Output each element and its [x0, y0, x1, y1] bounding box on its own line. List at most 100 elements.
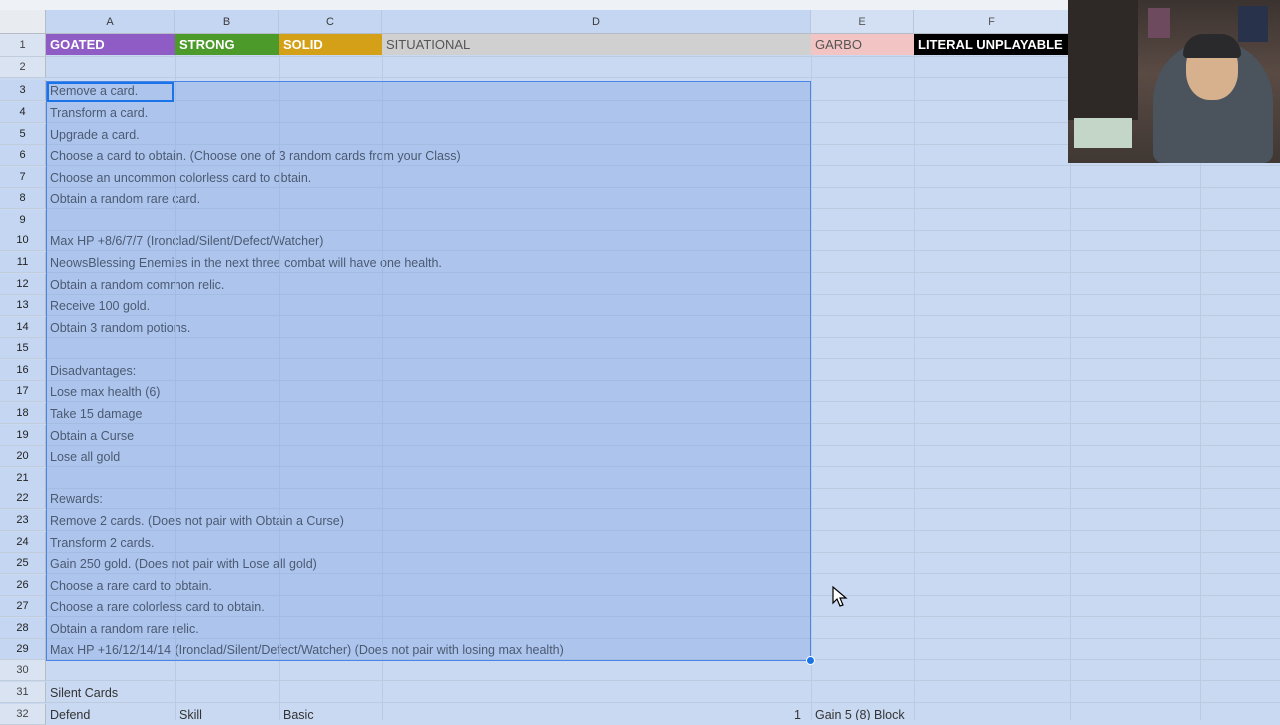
- column-header-b[interactable]: B: [175, 10, 279, 34]
- webcam-shelf: [1068, 0, 1138, 120]
- column-header-f[interactable]: F: [914, 10, 1070, 34]
- row-header[interactable]: 3: [0, 80, 46, 101]
- row-header[interactable]: 6: [0, 145, 46, 166]
- tier-literal-unplayable[interactable]: LITERAL UNPLAYABLE: [914, 34, 1070, 55]
- table-row: Lose all gold: [46, 446, 1280, 467]
- column-header-c[interactable]: C: [279, 10, 382, 34]
- cell-a[interactable]: Transform a card.: [50, 104, 148, 122]
- cell-a[interactable]: Choose a rare colorless card to obtain.: [50, 598, 265, 616]
- cell-a[interactable]: Obtain a random rare relic.: [50, 620, 199, 638]
- table-row: Obtain a random rare relic.: [46, 618, 1280, 639]
- row-header[interactable]: 32: [0, 704, 46, 725]
- cell-c[interactable]: Basic: [283, 706, 314, 720]
- cell-a[interactable]: Max HP +16/12/14/14 (Ironclad/Silent/Def…: [50, 641, 564, 659]
- row-header[interactable]: 26: [0, 575, 46, 596]
- table-row: Gain 250 gold. (Does not pair with Lose …: [46, 553, 1280, 574]
- row-header[interactable]: 31: [0, 682, 46, 703]
- table-row: Obtain a random common relic.: [46, 274, 1280, 295]
- table-row: Disadvantages:: [46, 360, 1280, 381]
- table-row: Rewards:: [46, 488, 1280, 509]
- row-header[interactable]: 15: [0, 338, 46, 359]
- tier-situational[interactable]: SITUATIONAL: [382, 34, 811, 55]
- column-header-a[interactable]: A: [46, 10, 175, 34]
- table-row: Receive 100 gold.: [46, 295, 1280, 316]
- cell-a[interactable]: Lose all gold: [50, 448, 120, 466]
- table-row: NeowsBlessing Enemies in the next three …: [46, 252, 1280, 273]
- fill-handle[interactable]: [806, 656, 815, 665]
- row-header[interactable]: 25: [0, 553, 46, 574]
- row-header[interactable]: 2: [0, 57, 46, 78]
- cell-a[interactable]: Lose max health (6): [50, 383, 160, 401]
- row-header[interactable]: 11: [0, 252, 46, 273]
- cell-b[interactable]: Skill: [179, 706, 202, 720]
- cell-a[interactable]: Obtain a random common relic.: [50, 276, 224, 294]
- table-row: Obtain a random rare card.: [46, 188, 1280, 209]
- cell-a[interactable]: Remove 2 cards. (Does not pair with Obta…: [50, 512, 344, 530]
- row-header[interactable]: 4: [0, 102, 46, 123]
- table-row: Choose a rare colorless card to obtain.: [46, 596, 1280, 617]
- cell-a[interactable]: NeowsBlessing Enemies in the next three …: [50, 254, 442, 272]
- select-all-corner[interactable]: [0, 10, 46, 34]
- tier-strong[interactable]: STRONG: [175, 34, 279, 55]
- row-header[interactable]: 12: [0, 274, 46, 295]
- table-row: Max HP +8/6/7/7 (Ironclad/Silent/Defect/…: [46, 230, 1280, 251]
- row-header[interactable]: 20: [0, 446, 46, 467]
- tier-garbo[interactable]: GARBO: [811, 34, 914, 55]
- cell-a[interactable]: Transform 2 cards.: [50, 534, 154, 552]
- row-header[interactable]: 1: [0, 34, 46, 57]
- row-header[interactable]: 30: [0, 660, 46, 681]
- cell-a[interactable]: Choose a card to obtain. (Choose one of …: [50, 147, 461, 165]
- row-header[interactable]: 17: [0, 381, 46, 402]
- column-header-e[interactable]: E: [811, 10, 914, 34]
- row-header[interactable]: 29: [0, 639, 46, 660]
- cell-a[interactable]: Take 15 damage: [50, 405, 142, 423]
- row-header[interactable]: 13: [0, 295, 46, 316]
- row-header[interactable]: 14: [0, 317, 46, 338]
- table-row: [46, 338, 1280, 359]
- tier-solid[interactable]: SOLID: [279, 34, 382, 55]
- row-header[interactable]: 19: [0, 425, 46, 446]
- row-header[interactable]: 24: [0, 532, 46, 553]
- row-header[interactable]: 22: [0, 488, 46, 509]
- cell-a[interactable]: Silent Cards: [50, 684, 118, 702]
- table-row: [46, 210, 1280, 231]
- table-row: Lose max health (6): [46, 381, 1280, 402]
- cell-a[interactable]: Upgrade a card.: [50, 126, 140, 144]
- table-row: Choose a rare card to obtain.: [46, 575, 1280, 596]
- webcam-streamer-hat: [1183, 34, 1241, 58]
- row-header[interactable]: 18: [0, 403, 46, 424]
- table-row: [46, 468, 1280, 489]
- cell-a[interactable]: Rewards:: [50, 490, 103, 508]
- row-header[interactable]: 16: [0, 360, 46, 381]
- cell-a[interactable]: Choose an uncommon colorless card to obt…: [50, 169, 311, 187]
- row-header[interactable]: 7: [0, 167, 46, 188]
- mouse-cursor-icon: [832, 586, 848, 607]
- table-row: Take 15 damage: [46, 403, 1280, 424]
- cell-a[interactable]: Max HP +8/6/7/7 (Ironclad/Silent/Defect/…: [50, 232, 323, 250]
- cell-a[interactable]: Receive 100 gold.: [50, 297, 150, 315]
- row-header[interactable]: 28: [0, 618, 46, 639]
- cell-a[interactable]: Disadvantages:: [50, 362, 136, 380]
- tier-goated[interactable]: GOATED: [46, 34, 175, 55]
- cell-a[interactable]: Choose a rare card to obtain.: [50, 577, 212, 595]
- table-row: Silent Cards: [46, 682, 1280, 703]
- cell-a[interactable]: Obtain 3 random potions.: [50, 319, 190, 337]
- table-row: Obtain 3 random potions.: [46, 317, 1280, 338]
- row-header[interactable]: 8: [0, 188, 46, 209]
- cell-a[interactable]: Gain 250 gold. (Does not pair with Lose …: [50, 555, 317, 573]
- row-header[interactable]: 5: [0, 124, 46, 145]
- active-cell-a3[interactable]: [47, 82, 174, 102]
- cell-e[interactable]: Gain 5 (8) Block: [815, 706, 905, 720]
- row-header[interactable]: 9: [0, 210, 46, 231]
- row-header[interactable]: 23: [0, 510, 46, 531]
- row-header[interactable]: 10: [0, 230, 46, 251]
- row-header[interactable]: 21: [0, 468, 46, 489]
- row-header[interactable]: 27: [0, 596, 46, 617]
- cell-a[interactable]: Defend: [50, 706, 90, 720]
- cell-a[interactable]: Obtain a random rare card.: [50, 190, 200, 208]
- column-header-d[interactable]: D: [382, 10, 811, 34]
- cell-a[interactable]: Obtain a Curse: [50, 427, 134, 445]
- table-row: [46, 660, 1280, 681]
- table-row: Obtain a Curse: [46, 425, 1280, 446]
- cell-d_num[interactable]: 1: [794, 706, 801, 720]
